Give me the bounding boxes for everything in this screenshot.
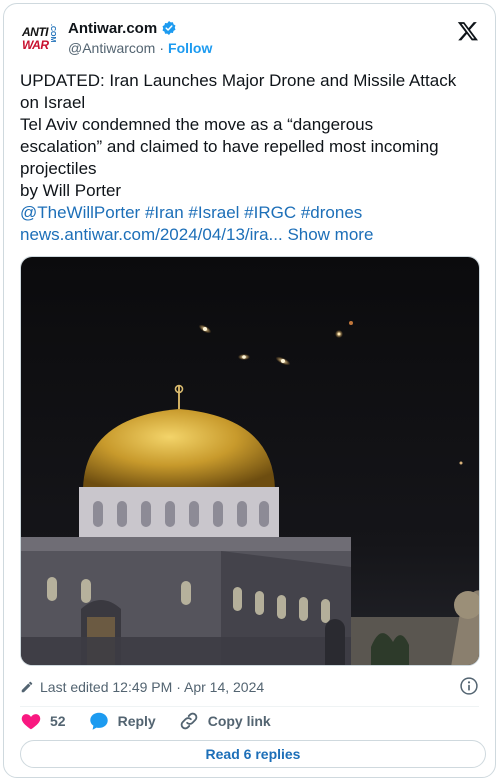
avatar-logo-text-bottom: WAR [22,38,49,52]
verified-badge-icon [162,21,176,35]
divider [20,706,479,707]
avatar-logo-text-top: ANTI [22,25,49,39]
last-edited-timestamp[interactable]: Last edited 12:49 PM · Apr 14, 2024 [40,679,264,695]
dome-of-the-rock-night-photo [21,257,479,665]
avatar[interactable]: ANTI WAR .COM [22,22,60,60]
show-more-link[interactable]: Show more [287,225,373,244]
link-icon [180,712,198,730]
reply-label: Reply [117,713,156,729]
mentions-hashtags-link[interactable]: @TheWillPorter #Iran #Israel #IRGC #dron… [20,202,480,224]
tweet-text-line: on Israel [20,93,86,112]
account-handle-row: @Antiwarcom · Follow [68,40,212,56]
tweet-text-line: escalation” and claimed to have repelled… [20,137,439,156]
info-icon[interactable] [459,676,479,696]
copy-link-button[interactable]: Copy link [178,710,271,732]
tweet-text-line: Tel Aviv condemned the move as a “danger… [20,115,374,134]
reply-button[interactable]: Reply [88,710,156,732]
speech-bubble-icon [89,712,108,730]
pencil-icon [21,681,33,693]
copy-link-label: Copy link [207,713,271,729]
tweet-text: UPDATED: Iran Launches Major Drone and M… [20,70,480,246]
account-name[interactable]: Antiwar.com [68,20,157,37]
heart-icon [21,714,41,730]
like-count: 52 [50,713,66,729]
read-replies-button[interactable]: Read 6 replies [20,740,486,768]
account-handle[interactable]: @Antiwarcom [68,40,155,56]
x-logo-icon[interactable] [457,20,479,42]
separator-dot: · [159,40,165,56]
tweet-text-line: by Will Porter [20,181,122,200]
action-bar: 52 Reply Copy link [20,710,293,732]
tweet-media-image[interactable] [20,256,480,666]
account-name-row: Antiwar.com [68,18,177,38]
tweet-text-line: projectiles [20,159,97,178]
tweet-meta: Last edited 12:49 PM · Apr 14, 2024 [20,676,479,698]
tweet-header: ANTI WAR .COM Antiwar.com @Antiwarcom · … [20,18,479,64]
tweet-card: ANTI WAR .COM Antiwar.com @Antiwarcom · … [3,3,496,778]
avatar-logo-text-vertical: .COM [49,24,56,43]
article-url-link[interactable]: news.antiwar.com/2024/04/13/ira... [20,225,283,244]
follow-button[interactable]: Follow [168,40,212,56]
like-button[interactable]: 52 [20,710,66,732]
tweet-text-line: UPDATED: Iran Launches Major Drone and M… [20,71,457,90]
